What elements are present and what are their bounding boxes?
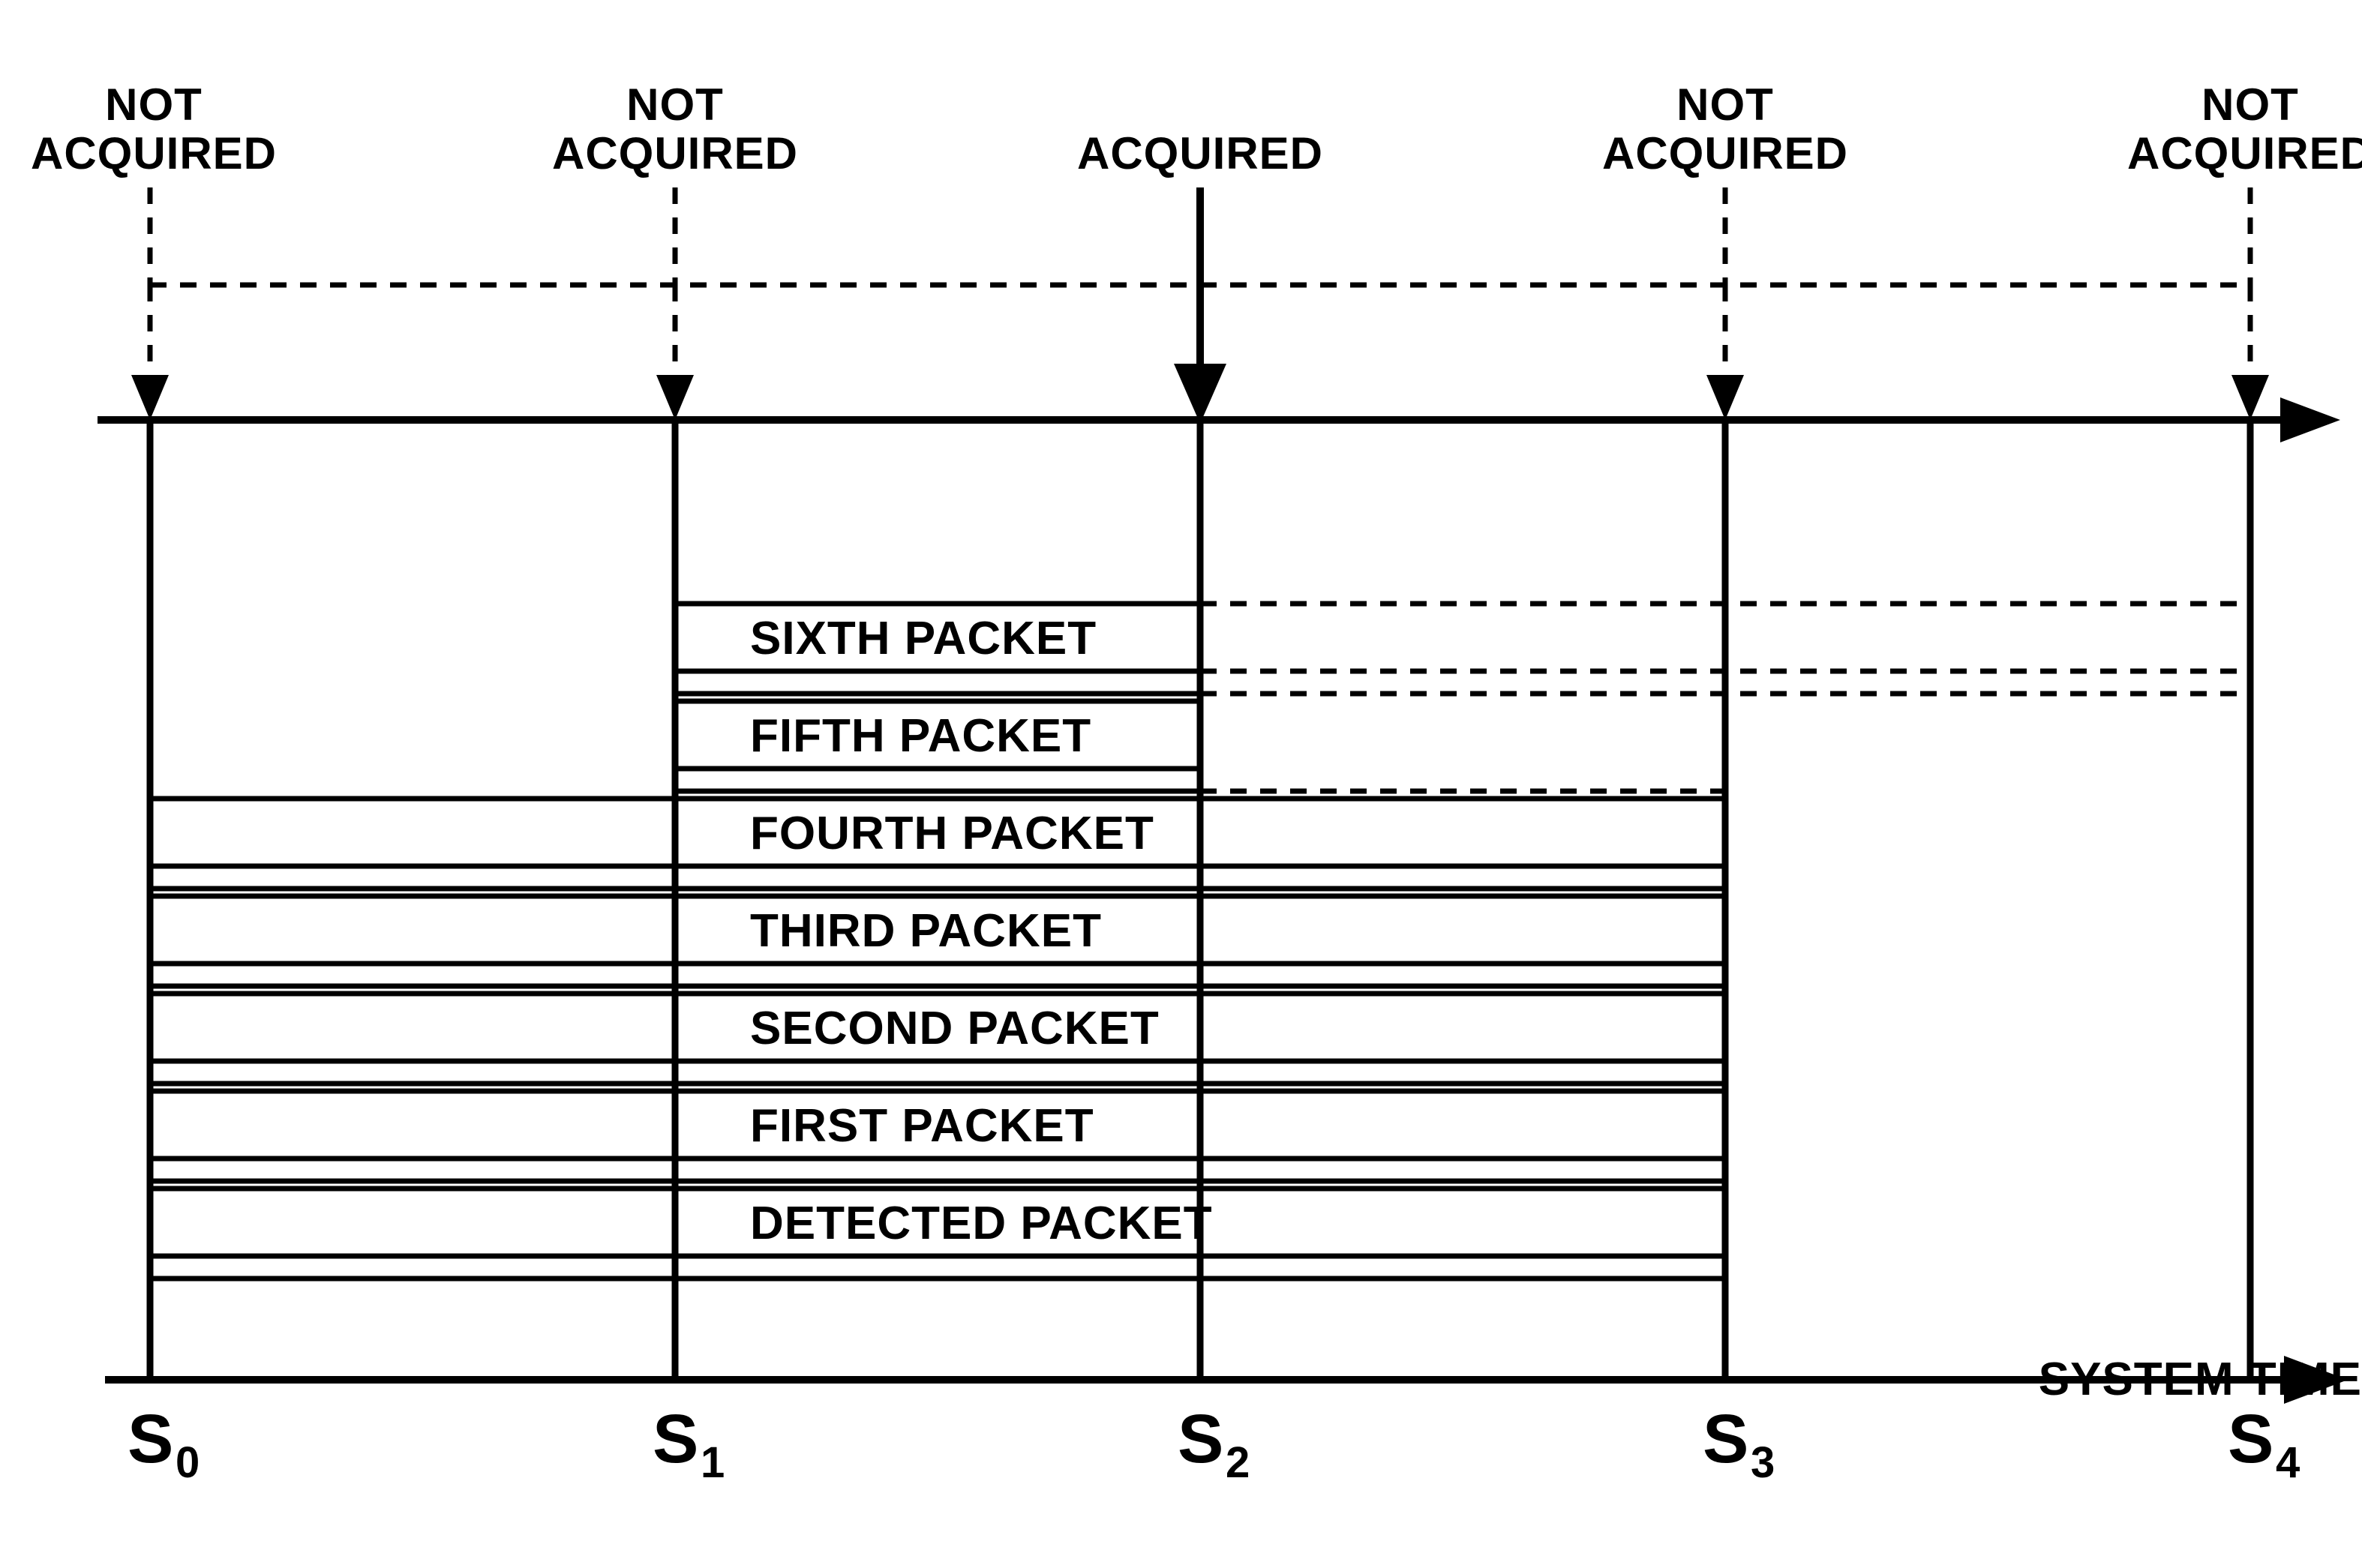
status-s0-line1: NOT	[105, 79, 203, 130]
label-sixth-packet: SIXTH PACKET	[750, 613, 1097, 664]
row-sixth-packet: SIXTH PACKET	[675, 604, 2250, 694]
status-s2-line1: ACQUIRED	[1077, 128, 1323, 178]
tick-s3-sub: 3	[1751, 1438, 1775, 1487]
status-label-s0: NOT ACQUIRED	[31, 79, 277, 178]
status-arrow-s2	[1174, 187, 1226, 424]
tick-label-s2: S 2	[1178, 1401, 1250, 1487]
status-label-s4: NOT ACQUIRED	[2127, 79, 2362, 178]
tick-s0-sub: 0	[176, 1438, 200, 1487]
status-label-s3: NOT ACQUIRED	[1602, 79, 1848, 178]
status-s1-line2: ACQUIRED	[552, 128, 798, 178]
status-s1-line1: NOT	[626, 79, 724, 130]
upper-time-axis	[98, 397, 2340, 442]
tick-s3-s: S	[1703, 1401, 1749, 1477]
row-second-packet: SECOND PACKET	[150, 994, 1725, 1084]
status-arrow-s4	[2231, 285, 2269, 420]
status-arrow-s3	[1706, 285, 1744, 420]
status-arrow-s0	[131, 285, 169, 420]
status-s3-line1: NOT	[1676, 79, 1774, 130]
status-s4-line2: ACQUIRED	[2127, 128, 2362, 178]
tick-s2-sub: 2	[1226, 1438, 1250, 1487]
tick-s1-s: S	[653, 1401, 699, 1477]
row-fifth-packet: FIFTH PACKET	[675, 701, 1725, 791]
diagram-root: NOT ACQUIRED NOT ACQUIRED ACQUIRED NOT A…	[0, 0, 2362, 1568]
system-time-axis: SYSTEM TIME	[105, 1354, 2362, 1405]
tick-s2-s: S	[1178, 1401, 1224, 1477]
status-label-s1: NOT ACQUIRED	[552, 79, 798, 178]
tick-s4-sub: 4	[2276, 1438, 2300, 1487]
label-fourth-packet: FOURTH PACKET	[750, 808, 1154, 859]
tick-label-s1: S 1	[653, 1401, 725, 1487]
label-fifth-packet: FIFTH PACKET	[750, 710, 1091, 762]
label-detected-packet: DETECTED PACKET	[750, 1198, 1213, 1249]
row-detected-packet: DETECTED PACKET	[150, 1189, 1725, 1279]
row-third-packet: THIRD PACKET	[150, 896, 1725, 986]
diagram-svg: NOT ACQUIRED NOT ACQUIRED ACQUIRED NOT A…	[0, 0, 2362, 1568]
label-third-packet: THIRD PACKET	[750, 905, 1102, 957]
status-s0-line2: ACQUIRED	[31, 128, 277, 178]
status-s3-line2: ACQUIRED	[1602, 128, 1848, 178]
tick-label-s0: S 0	[128, 1401, 200, 1487]
tick-s0-s: S	[128, 1401, 174, 1477]
label-first-packet: FIRST PACKET	[750, 1100, 1094, 1152]
status-arrow-s1	[656, 285, 694, 420]
tick-label-s4: S 4	[2228, 1401, 2300, 1487]
row-fourth-packet: FOURTH PACKET	[150, 799, 1725, 889]
tick-s4-s: S	[2228, 1401, 2274, 1477]
tick-label-s3: S 3	[1703, 1401, 1775, 1487]
tick-s1-sub: 1	[701, 1438, 725, 1487]
row-first-packet: FIRST PACKET	[150, 1091, 1725, 1181]
axis-label: SYSTEM TIME	[2039, 1354, 2362, 1405]
label-second-packet: SECOND PACKET	[750, 1003, 1160, 1054]
status-s4-line1: NOT	[2201, 79, 2299, 130]
status-label-s2: ACQUIRED	[1077, 128, 1323, 178]
